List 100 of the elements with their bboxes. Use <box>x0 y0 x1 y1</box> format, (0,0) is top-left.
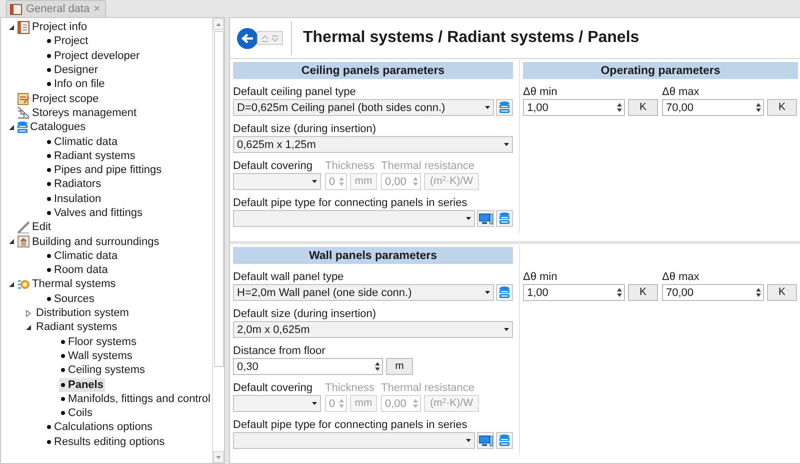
tree-item[interactable]: Storeys management <box>30 106 139 120</box>
unit-button[interactable]: K <box>767 99 797 116</box>
tree-item[interactable]: Building and surroundings <box>30 234 162 249</box>
bullet-icon <box>47 425 51 430</box>
dropdown[interactable]: D=0,625m Ceiling panel (both sides conn.) <box>233 99 494 116</box>
tree-item[interactable]: Calculations options <box>45 420 154 434</box>
tree-item[interactable]: Panels <box>59 378 106 392</box>
tree-item[interactable]: Info on file <box>45 77 107 92</box>
tree-item[interactable]: Project info <box>30 20 90 34</box>
tree-item[interactable]: Manifolds, fittings and control <box>59 392 212 406</box>
number-field[interactable]: 0,30 <box>233 358 383 375</box>
bullet-icon <box>61 340 65 344</box>
catalogue-button[interactable] <box>496 99 513 116</box>
tree-item[interactable]: Climatic data <box>45 248 120 263</box>
bullet-icon <box>47 196 51 201</box>
field-label: Default size (during insertion) <box>233 307 378 321</box>
tree-item[interactable]: Project scope <box>30 92 101 106</box>
catalogue-button[interactable] <box>496 432 513 449</box>
catalogue-button[interactable] <box>496 210 513 227</box>
caret-icon <box>485 106 490 109</box>
document-icon <box>17 20 30 34</box>
up-arrow-icon[interactable] <box>216 22 222 26</box>
field-label: Distance from floor <box>233 344 326 358</box>
bullet-icon <box>61 411 65 416</box>
computer-icon <box>478 434 492 446</box>
tree-item[interactable]: Thermal systems <box>30 277 118 292</box>
bullet-icon <box>47 140 51 144</box>
expander-icon[interactable] <box>8 124 14 131</box>
back-button[interactable] <box>237 28 258 48</box>
tree-item[interactable]: Edit <box>30 220 53 234</box>
field-label: Default wall panel type <box>233 270 345 284</box>
section-header: Ceiling panels parameters <box>233 62 513 79</box>
expander-icon[interactable] <box>8 238 14 246</box>
expander-icon[interactable] <box>8 24 14 31</box>
dropdown[interactable]: H=2,0m Wall panel (one side conn.) <box>233 284 494 301</box>
unit-button[interactable]: K <box>628 284 658 301</box>
unit-button[interactable]: K <box>628 99 658 116</box>
caret-icon <box>466 439 471 442</box>
tree-item[interactable]: Radiant systems <box>45 148 138 163</box>
tree-item[interactable]: Pipes and pipe fittings <box>45 163 164 178</box>
tree-item[interactable]: Floor systems <box>59 334 138 349</box>
number-field[interactable]: 70,00 <box>662 99 764 116</box>
back-arrow-icon <box>241 32 254 44</box>
spinner-arrows-icon[interactable] <box>617 103 622 112</box>
tree-item[interactable]: Radiant systems <box>34 320 120 334</box>
database-icon <box>499 212 510 225</box>
spinner-arrows-icon[interactable] <box>756 288 761 297</box>
bullet-icon <box>61 368 65 372</box>
spinner-arrows-icon[interactable] <box>375 362 380 371</box>
spinner-arrows-icon[interactable] <box>617 288 622 297</box>
tree-item[interactable]: Project developer <box>45 48 142 63</box>
bullet-icon <box>47 182 51 186</box>
caret-icon <box>504 143 509 146</box>
tree-item[interactable]: Catalogues <box>28 120 88 134</box>
unit-button[interactable]: K <box>767 284 797 301</box>
unit-button[interactable]: m <box>386 358 413 375</box>
tree-item[interactable]: Insulation <box>45 192 104 206</box>
pipe-network-button[interactable] <box>477 210 494 227</box>
expander-icon[interactable] <box>24 324 32 331</box>
spinner-arrows-icon[interactable] <box>756 103 761 112</box>
clipboard-icon <box>17 92 30 106</box>
bullet-icon <box>47 39 51 44</box>
tree-item[interactable]: Room data <box>45 263 110 278</box>
caret-icon <box>485 291 490 294</box>
tree-item[interactable]: Valves and fittings <box>45 206 144 220</box>
caret-icon <box>312 402 317 405</box>
tree-item[interactable]: Ceiling systems <box>59 363 148 378</box>
dropdown[interactable]: 0,625m x 1,25m <box>233 136 513 153</box>
tree-item[interactable]: Designer <box>45 63 100 78</box>
down-arrow-icon[interactable] <box>216 456 222 458</box>
tree-item[interactable]: Distribution system <box>34 306 131 320</box>
dropdown[interactable]: 2,0m x 0,625m <box>233 321 513 338</box>
field-label: Thickness <box>325 381 376 395</box>
tree-item[interactable]: Climatic data <box>45 134 120 149</box>
tree-item[interactable]: Results editing options <box>45 434 167 449</box>
field-label: Δθ min <box>523 270 558 284</box>
tree-item[interactable]: Project <box>45 34 90 48</box>
building-icon <box>17 235 30 248</box>
tree-item[interactable]: Wall systems <box>59 348 134 363</box>
pencil-ruler-icon <box>17 220 30 234</box>
caret-icon <box>312 180 317 183</box>
bullet-icon <box>47 54 51 58</box>
bullet-icon <box>61 396 65 401</box>
field-label: Default covering <box>233 159 314 173</box>
heat-icon <box>17 278 30 291</box>
expander-icon[interactable] <box>8 280 14 288</box>
bullet-icon <box>47 82 51 86</box>
field-label: Δθ max <box>662 270 700 284</box>
tree-item[interactable]: Sources <box>45 292 96 306</box>
caret-icon <box>504 328 509 331</box>
number-field[interactable]: 1,00 <box>523 284 625 301</box>
number-field[interactable]: 1,00 <box>523 99 625 116</box>
field-label: Thickness <box>325 159 376 173</box>
bullet-icon <box>47 168 51 172</box>
tree-item[interactable]: Radiators <box>45 177 104 192</box>
number-field[interactable]: 70,00 <box>662 284 764 301</box>
pipe-network-button[interactable] <box>477 432 494 449</box>
tree-item[interactable]: Coils <box>59 406 94 420</box>
catalogue-button[interactable] <box>496 284 513 301</box>
scrollbar[interactable] <box>212 18 224 463</box>
